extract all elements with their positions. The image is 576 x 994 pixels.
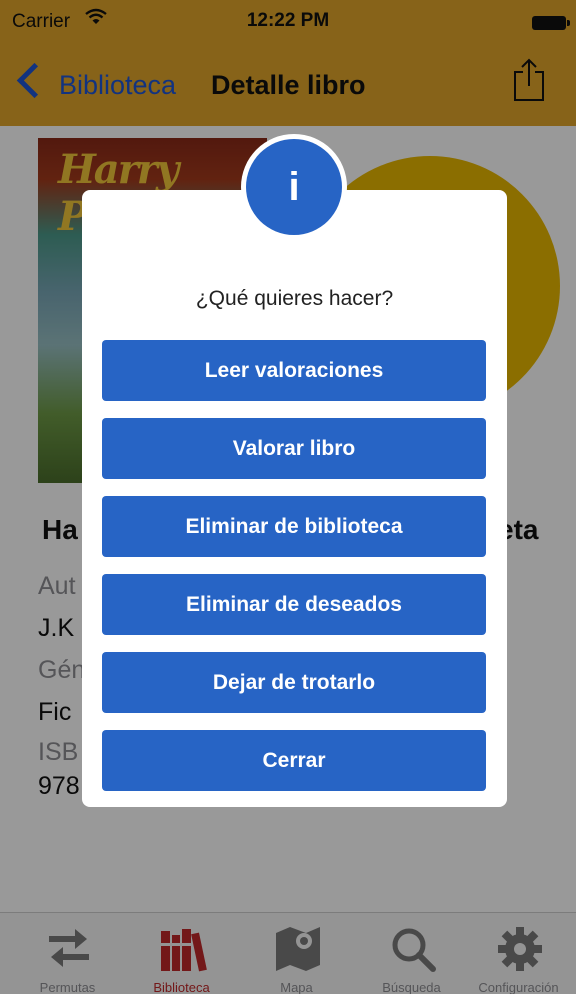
- close-button[interactable]: Cerrar: [102, 730, 486, 791]
- read-reviews-button[interactable]: Leer valoraciones: [102, 340, 486, 401]
- info-icon: i: [246, 139, 342, 235]
- alert-message: ¿Qué quieres hacer?: [195, 287, 394, 310]
- remove-from-wishlist-button[interactable]: Eliminar de deseados: [102, 574, 486, 635]
- remove-from-library-button[interactable]: Eliminar de biblioteca: [102, 496, 486, 557]
- screen: Carrier 12:22 PM Biblioteca Detalle libr…: [0, 0, 576, 994]
- rate-book-button[interactable]: Valorar libro: [102, 418, 486, 479]
- stop-trading-button[interactable]: Dejar de trotarlo: [102, 652, 486, 713]
